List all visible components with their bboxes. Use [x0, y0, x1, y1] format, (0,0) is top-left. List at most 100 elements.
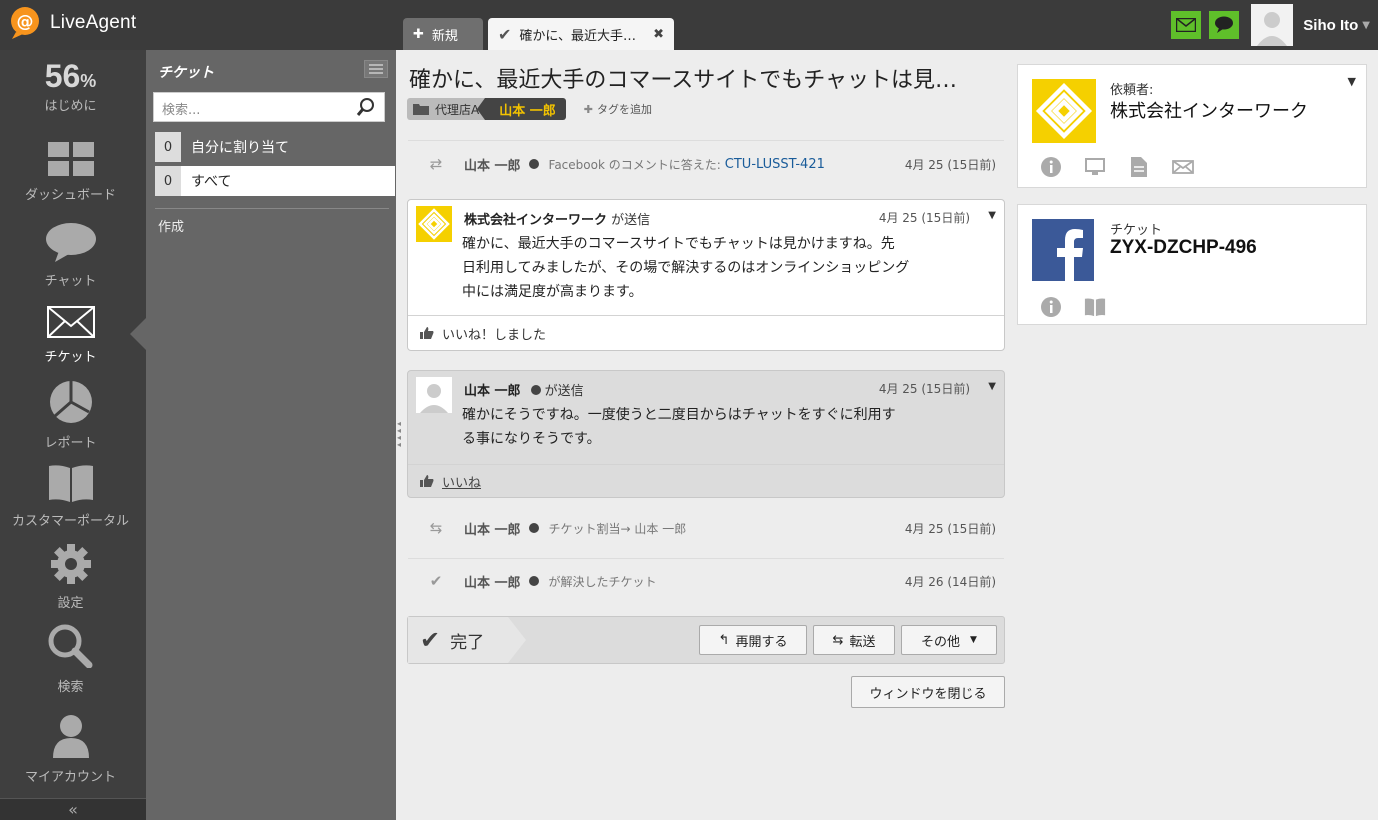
user-name[interactable]: Siho Ito	[1303, 17, 1358, 34]
filter-assigned-to-me[interactable]: 0 自分に割り当て	[155, 132, 395, 162]
reopen-button[interactable]: ↰ 再開する	[699, 625, 807, 655]
other-label: その他	[921, 634, 961, 650]
nav-getting-started-label: はじめに	[44, 99, 97, 114]
message-body: 確かに、最近大手のコマースサイトでもチャットは見かけますね。先 日利用してみまし…	[462, 236, 910, 300]
event-date: 4月 25 (15日前)	[904, 157, 996, 172]
nav-settings[interactable]: 設定	[0, 544, 141, 611]
envelope-icon	[46, 306, 95, 338]
message-sender: 株式会社インターワーク が送信	[464, 213, 651, 228]
chevron-down-icon[interactable]: ▼	[1348, 75, 1356, 88]
message-menu-chevron-icon[interactable]: ▼	[988, 381, 996, 392]
requester-label: 依頼者:	[1110, 83, 1154, 98]
status-dot	[528, 576, 539, 586]
event-date: 4月 26 (14日前)	[904, 574, 996, 589]
like-button[interactable]: いいね	[442, 472, 481, 491]
info-icon[interactable]	[1040, 157, 1062, 177]
list-title: チケット	[158, 65, 214, 81]
add-tag-button[interactable]: ✚ タグを追加	[584, 101, 652, 117]
nav-customer-portal[interactable]: カスタマーポータル	[0, 464, 141, 529]
search-placeholder: 検索...	[162, 103, 201, 118]
chat-icon	[45, 223, 96, 262]
event-text: チケット割当→ 山本 一郎	[548, 521, 687, 536]
nav-reports[interactable]: レポート	[0, 380, 141, 451]
email-status-button[interactable]	[1171, 11, 1202, 39]
message-agent: 山本 一郎 が送信 4月 25 (15日前) ▼ 確かにそうですね。一度使うと二…	[407, 370, 1005, 498]
book-icon[interactable]	[1084, 297, 1106, 317]
gear-icon	[50, 544, 91, 584]
event-assigned: ⇆ 山本 一郎 チケット割当→ 山本 一郎 4月 25 (15日前)	[408, 508, 1004, 548]
message-footer: いいね！しました	[408, 315, 1004, 350]
chevron-down-icon: ▼	[970, 635, 977, 645]
panel-splitter-handle[interactable]: ◂ ◂ ◂ ◂	[397, 420, 401, 449]
document-icon[interactable]	[1128, 157, 1150, 177]
event-actor: 山本 一郎	[464, 575, 521, 591]
nav-my-account-label: マイアカウント	[24, 770, 116, 785]
requester-card: 依頼者: 株式会社インターワーク ▼	[1017, 64, 1367, 188]
monitor-icon[interactable]	[1084, 157, 1106, 177]
reopen-label: 再開する	[735, 634, 788, 650]
top-right-area: Siho Ito ▼	[1171, 0, 1378, 50]
nav-chat[interactable]: チャット	[0, 222, 141, 289]
thumbs-up-icon	[420, 475, 434, 487]
tab-new[interactable]: ✚ 新規	[403, 18, 483, 50]
department-badge[interactable]: 代理店A	[407, 98, 486, 120]
tab-ticket-label: 確かに、最近大手…	[519, 28, 637, 44]
close-tab-icon[interactable]: ✖	[653, 27, 664, 42]
agent-badge[interactable]: 山本 一郎	[477, 98, 566, 120]
envelope-icon[interactable]	[1172, 157, 1194, 177]
book-icon	[48, 465, 93, 502]
nav-tickets-label: チケット	[44, 350, 97, 365]
tab-ticket[interactable]: ✔ 確かに、最近大手… ✖	[488, 18, 674, 50]
plus-icon: ✚	[413, 26, 424, 42]
ticket-status-bar: ✔ 完了 ↰ 再開する ⇆ 転送 その他 ▼	[407, 616, 1005, 664]
nav-search-label: 検索	[57, 680, 84, 695]
nav-dashboard[interactable]: ダッシュボード	[0, 142, 141, 203]
nav-search[interactable]: 検索	[0, 624, 141, 695]
chat-status-button[interactable]	[1209, 11, 1240, 39]
check-icon: ✔	[429, 572, 443, 590]
requester-actions	[1040, 157, 1216, 177]
reply-arrow-icon: ↰	[718, 632, 730, 648]
requester-name[interactable]: 株式会社インターワーク	[1110, 97, 1308, 123]
thumbs-up-icon	[420, 327, 434, 339]
filter-all[interactable]: 0 すべて	[155, 166, 395, 196]
app-logo[interactable]: @ LiveAgent	[8, 6, 136, 40]
company-logo-icon	[1032, 79, 1096, 143]
status-resolved: ✔ 完了	[408, 617, 526, 663]
event-ticket-link[interactable]: CTU-LUSST-421	[725, 157, 825, 172]
facebook-icon	[1032, 219, 1096, 283]
nav-getting-started[interactable]: 56% はじめに	[0, 58, 141, 114]
event-text: Facebook のコメントに答えた:	[548, 157, 721, 172]
message-menu-chevron-icon[interactable]: ▼	[988, 210, 996, 221]
other-actions-button[interactable]: その他 ▼	[901, 625, 997, 655]
plus-icon: ✚	[583, 103, 593, 116]
dashboard-icon	[47, 142, 94, 176]
filter-label: すべて	[191, 174, 232, 190]
event-actor: 山本 一郎	[464, 522, 521, 538]
check-icon: ✔	[420, 626, 441, 654]
nav-tickets[interactable]: チケット	[0, 306, 141, 365]
info-icon[interactable]	[1040, 297, 1062, 317]
search-icon[interactable]	[356, 97, 376, 121]
nav-dashboard-label: ダッシュボード	[24, 188, 116, 203]
nav-settings-label: 設定	[57, 596, 84, 611]
filter-count: 0	[155, 166, 181, 196]
list-search-input[interactable]: 検索...	[153, 92, 385, 122]
list-menu-icon[interactable]	[364, 60, 388, 78]
nav-customer-portal-label: カスタマーポータル	[11, 514, 129, 529]
status-label: 完了	[450, 632, 485, 653]
collapse-sidebar-button[interactable]: «	[0, 798, 146, 820]
nav-my-account[interactable]: マイアカウント	[0, 714, 141, 785]
top-bar: @ LiveAgent ✚ 新規 ✔ 確かに、最近大手… ✖ Siho Ito …	[0, 0, 1378, 50]
user-avatar[interactable]	[1251, 4, 1294, 46]
filter-label: 自分に割り当て	[191, 140, 289, 156]
create-link[interactable]: 作成	[158, 216, 184, 235]
forward-button[interactable]: ⇆ 転送	[813, 625, 895, 655]
message-customer: 株式会社インターワーク が送信 4月 25 (15日前) ▼ 確かに、最近大手の…	[407, 199, 1005, 351]
ticket-info-card: チケット ZYX-DZCHP-496	[1017, 204, 1367, 325]
ticket-title: 確かに、最近大手のコマースサイトでもチャットは見…	[409, 68, 958, 93]
event-text: が解決したチケット	[548, 574, 657, 589]
chevron-down-icon[interactable]: ▼	[1362, 20, 1370, 31]
ticket-code: ZYX-DZCHP-496	[1110, 237, 1257, 258]
close-window-button[interactable]: ウィンドウを閉じる	[851, 676, 1005, 708]
